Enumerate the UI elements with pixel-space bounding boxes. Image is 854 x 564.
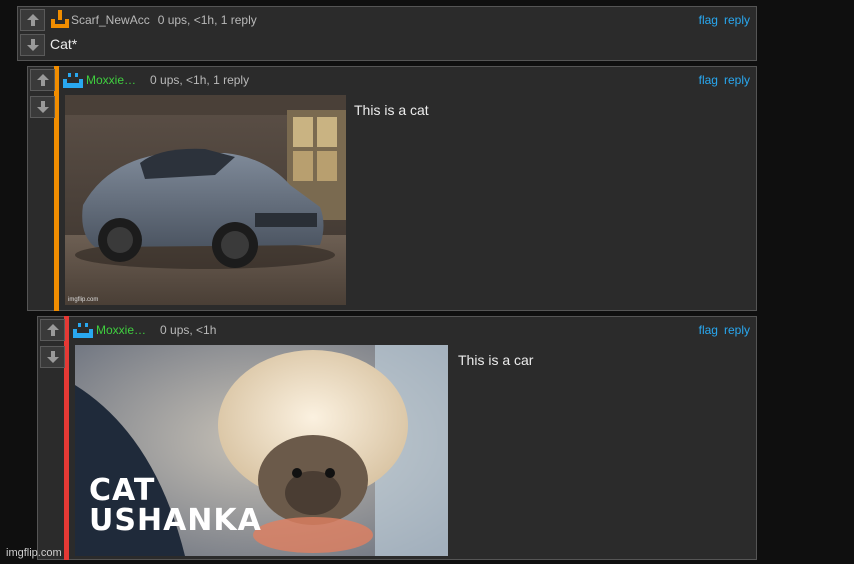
comment-meta: Moxxie… 0 ups, <1h — [96, 323, 216, 337]
down-arrow-icon — [46, 351, 59, 363]
downvote-button[interactable] — [40, 346, 65, 368]
reply-link[interactable]: reply — [724, 73, 750, 87]
downvote-button[interactable] — [20, 34, 45, 56]
image-caption: CAT USHANKA — [89, 476, 262, 536]
comment-text: Cat* — [50, 36, 78, 52]
comment-3: Moxxie… 0 ups, <1h flag reply CAT USHANK… — [37, 316, 757, 560]
upvote-button[interactable] — [30, 69, 55, 91]
comment-meta: Moxxie… 0 ups, <1h, 1 reply — [86, 73, 249, 87]
blue-pixel-avatar-icon[interactable] — [73, 321, 93, 339]
comment-text: This is a car — [458, 352, 534, 368]
comment-stats: 0 ups, <1h, 1 reply — [157, 13, 257, 27]
up-arrow-icon — [36, 74, 49, 86]
downvote-button[interactable] — [30, 96, 55, 118]
comment-text: This is a cat — [354, 102, 429, 118]
reply-link[interactable]: reply — [724, 13, 750, 27]
sports-car-image[interactable]: imgflip.com — [65, 95, 346, 305]
username[interactable]: Moxxie… — [96, 323, 146, 337]
flag-link[interactable]: flag — [699, 13, 718, 27]
upvote-button[interactable] — [40, 319, 65, 341]
comment-meta: Scarf_NewAcc 0 ups, <1h, 1 reply — [71, 13, 257, 27]
down-arrow-icon — [26, 39, 39, 51]
comment-actions: flag reply — [699, 323, 750, 337]
flag-link[interactable]: flag — [699, 323, 718, 337]
orange-pixel-avatar-icon[interactable] — [51, 10, 69, 28]
down-arrow-icon — [36, 101, 49, 113]
up-arrow-icon — [46, 324, 59, 336]
comment-actions: flag reply — [699, 13, 750, 27]
cat-ushanka-image[interactable]: CAT USHANKA — [75, 345, 448, 556]
upvote-button[interactable] — [20, 9, 45, 31]
comment-actions: flag reply — [699, 73, 750, 87]
car-photo — [65, 95, 346, 305]
comment-1: Scarf_NewAcc 0 ups, <1h, 1 reply flag re… — [17, 6, 757, 61]
username[interactable]: Scarf_NewAcc — [71, 13, 150, 27]
reply-link[interactable]: reply — [724, 323, 750, 337]
site-watermark: imgflip.com — [6, 547, 62, 559]
flag-link[interactable]: flag — [699, 73, 718, 87]
image-watermark: imgflip.com — [68, 297, 99, 303]
image-caption-line-1: CAT — [89, 473, 156, 508]
username[interactable]: Moxxie… — [86, 73, 136, 87]
up-arrow-icon — [26, 14, 39, 26]
comment-2: Moxxie… 0 ups, <1h, 1 reply flag reply i… — [27, 66, 757, 311]
comment-stats: 0 ups, <1h — [160, 323, 217, 337]
image-caption-line-2: USHANKA — [89, 503, 262, 538]
comment-stats: 0 ups, <1h, 1 reply — [150, 73, 250, 87]
blue-pixel-avatar-icon[interactable] — [63, 71, 83, 89]
